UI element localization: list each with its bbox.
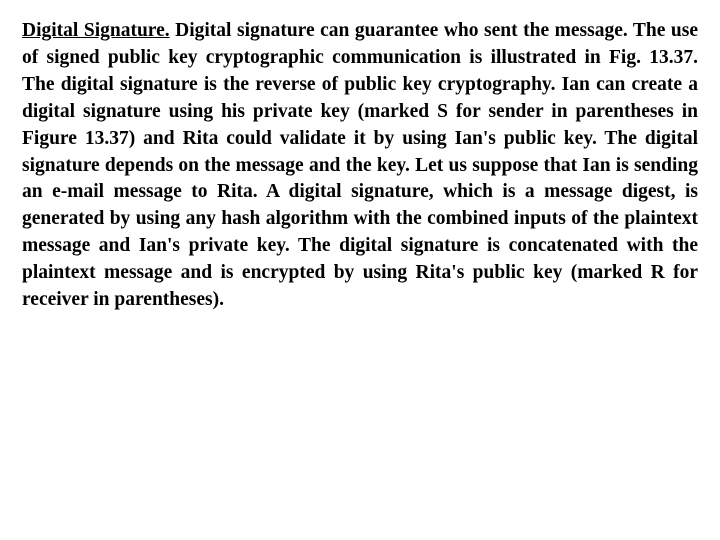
main-paragraph: Digital Signature. Digital signature can… [22,18,698,314]
paragraph-body: Digital signature can guarantee who sent… [22,20,698,310]
main-content: Digital Signature. Digital signature can… [0,0,720,540]
section-title: Digital Signature. [22,20,170,41]
